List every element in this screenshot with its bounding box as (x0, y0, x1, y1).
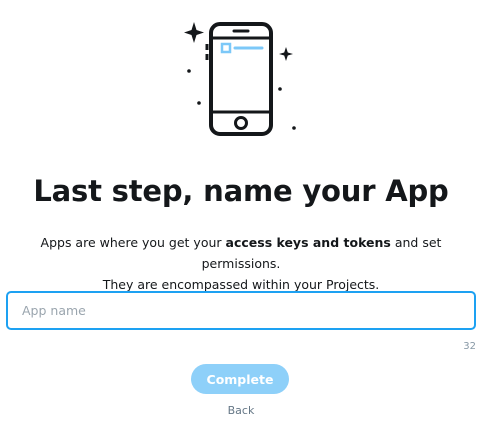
description: Apps are where you get your access keys … (0, 232, 482, 295)
dot (278, 87, 282, 91)
page-title: Last step, name your App (33, 174, 449, 208)
back-link-container: Back (0, 404, 482, 417)
sparkle-small-icon (279, 47, 293, 61)
character-counter: 32 (463, 341, 476, 352)
back-link[interactable]: Back (228, 404, 255, 417)
phone-icon (184, 22, 296, 136)
app-name-field[interactable] (6, 291, 476, 330)
dot (197, 101, 201, 105)
home-button-icon (234, 116, 248, 130)
sparkle-icon (184, 22, 204, 43)
complete-button[interactable]: Complete (191, 364, 289, 394)
dot (187, 69, 191, 73)
phone-illustration (170, 10, 310, 140)
app-square-icon (220, 42, 232, 54)
dot (292, 126, 296, 130)
access-keys-emphasis: access keys and tokens (225, 235, 391, 250)
app-name-input[interactable] (8, 293, 474, 328)
description-line-1: Apps are where you get your access keys … (40, 235, 442, 271)
